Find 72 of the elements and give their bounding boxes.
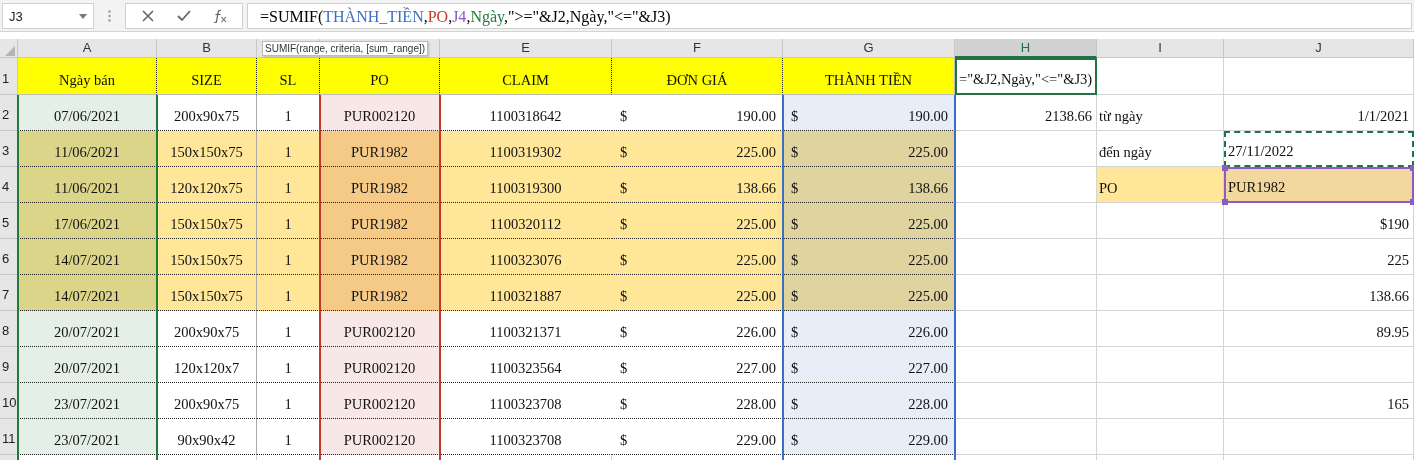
table-cell: 2138.66 — [955, 95, 1097, 131]
row-header[interactable]: 6 — [0, 239, 18, 275]
header-cell: PO — [320, 58, 440, 95]
table-cell: PUR002120 — [320, 347, 440, 383]
table-cell: $ 228.00 — [783, 383, 955, 419]
checkmark-icon — [177, 10, 191, 22]
table-cell: 23/07/2021 — [18, 419, 157, 455]
table-cell: 225 — [1224, 239, 1414, 275]
table-cell: $ 190.00 — [783, 95, 955, 131]
table-cell: PUR002120 — [320, 383, 440, 419]
table-cell: $ 229.00 — [783, 419, 955, 455]
table-cell: PUR1982 — [320, 203, 440, 239]
cell-text: PUR1982 — [1228, 179, 1286, 196]
table-cell: $ 225.00 — [783, 239, 955, 275]
header-cell: ĐƠN GIÁ — [612, 58, 783, 95]
grip-dots-icon — [108, 10, 111, 22]
name-box[interactable]: J3 — [2, 3, 94, 29]
table-cell: 165 — [1224, 383, 1414, 419]
table-cell: 20/07/2021 — [18, 347, 157, 383]
row-header[interactable]: 7 — [0, 275, 18, 311]
table-cell: 1/1/2021 — [1224, 95, 1414, 131]
table-cell: đến ngày — [1097, 131, 1224, 167]
table-cell: $190 — [1224, 203, 1414, 239]
header-cell: THÀNH TIỀN — [783, 58, 955, 95]
header-cell: SL — [257, 58, 320, 95]
formula-field[interactable]: =SUMIF(THÀNH_TIỀN,PO,J4,Ngày,">="&J2,Ngày,"<="&J3) — [247, 3, 1412, 29]
cell-editor[interactable]: ="&J2,Ngày,"<="&J3) — [955, 58, 1097, 95]
table-cell: 14/07/2021 — [18, 239, 157, 275]
row-header[interactable]: 11 — [0, 419, 18, 455]
table-cell: PUR002120 — [320, 311, 440, 347]
resize-handle[interactable] — [1222, 199, 1228, 205]
header-cell: SIZE — [157, 58, 257, 95]
header-cell: CLAIM — [440, 58, 612, 95]
table-cell: 89.95 — [1224, 311, 1414, 347]
resize-handle[interactable] — [1222, 165, 1228, 171]
table-cell: 17/06/2021 — [18, 203, 157, 239]
row-header[interactable]: 5 — [0, 203, 18, 239]
table-cell: 11/06/2021 — [18, 131, 157, 167]
table-cell: PUR002120 — [320, 95, 440, 131]
table-cell: $ 225.00 — [783, 131, 955, 167]
table-cell: $ 227.00 — [783, 347, 955, 383]
row-header[interactable]: 10 — [0, 383, 18, 419]
table-cell: 14/07/2021 — [18, 275, 157, 311]
table-cell: PUR1982 — [320, 275, 440, 311]
dropdown-caret-icon — [79, 13, 87, 19]
row-header[interactable]: 2 — [0, 95, 18, 131]
table-cell: PUR1982 — [320, 167, 440, 203]
header-cell: Ngày bán — [18, 58, 157, 95]
close-icon — [142, 10, 154, 22]
column-header[interactable]: H — [955, 39, 1097, 58]
table-cell: từ ngày — [1097, 95, 1224, 131]
table-cell: $ 225.00 — [783, 275, 955, 311]
row-header[interactable]: 4 — [0, 167, 18, 203]
table-cell: 07/06/2021 — [18, 95, 157, 131]
row-header[interactable]: 9 — [0, 347, 18, 383]
function-icon — [212, 9, 228, 23]
table-cell: 11/06/2021 — [18, 167, 157, 203]
table-cell: 138.66 — [1224, 275, 1414, 311]
table-cell: 27/11/2022 — [1224, 131, 1414, 167]
table-cell: $ 138.66 — [783, 167, 955, 203]
table-cell: $ 225.00 — [783, 203, 955, 239]
row-header[interactable]: 8 — [0, 311, 18, 347]
row-header[interactable]: 3 — [0, 131, 18, 167]
table-cell: 23/07/2021 — [18, 383, 157, 419]
table-cell: $ 226.00 — [783, 311, 955, 347]
table-cell: 20/07/2021 — [18, 311, 157, 347]
triangle-icon — [5, 46, 15, 56]
function-tooltip: SUMIF(range, criteria, [sum_range]) — [262, 41, 429, 56]
table-cell: PUR002120 — [320, 419, 440, 455]
table-cell: PUR1982 — [320, 131, 440, 167]
row-header[interactable]: 1 — [0, 58, 18, 95]
table-cell: PUR1982 — [320, 239, 440, 275]
